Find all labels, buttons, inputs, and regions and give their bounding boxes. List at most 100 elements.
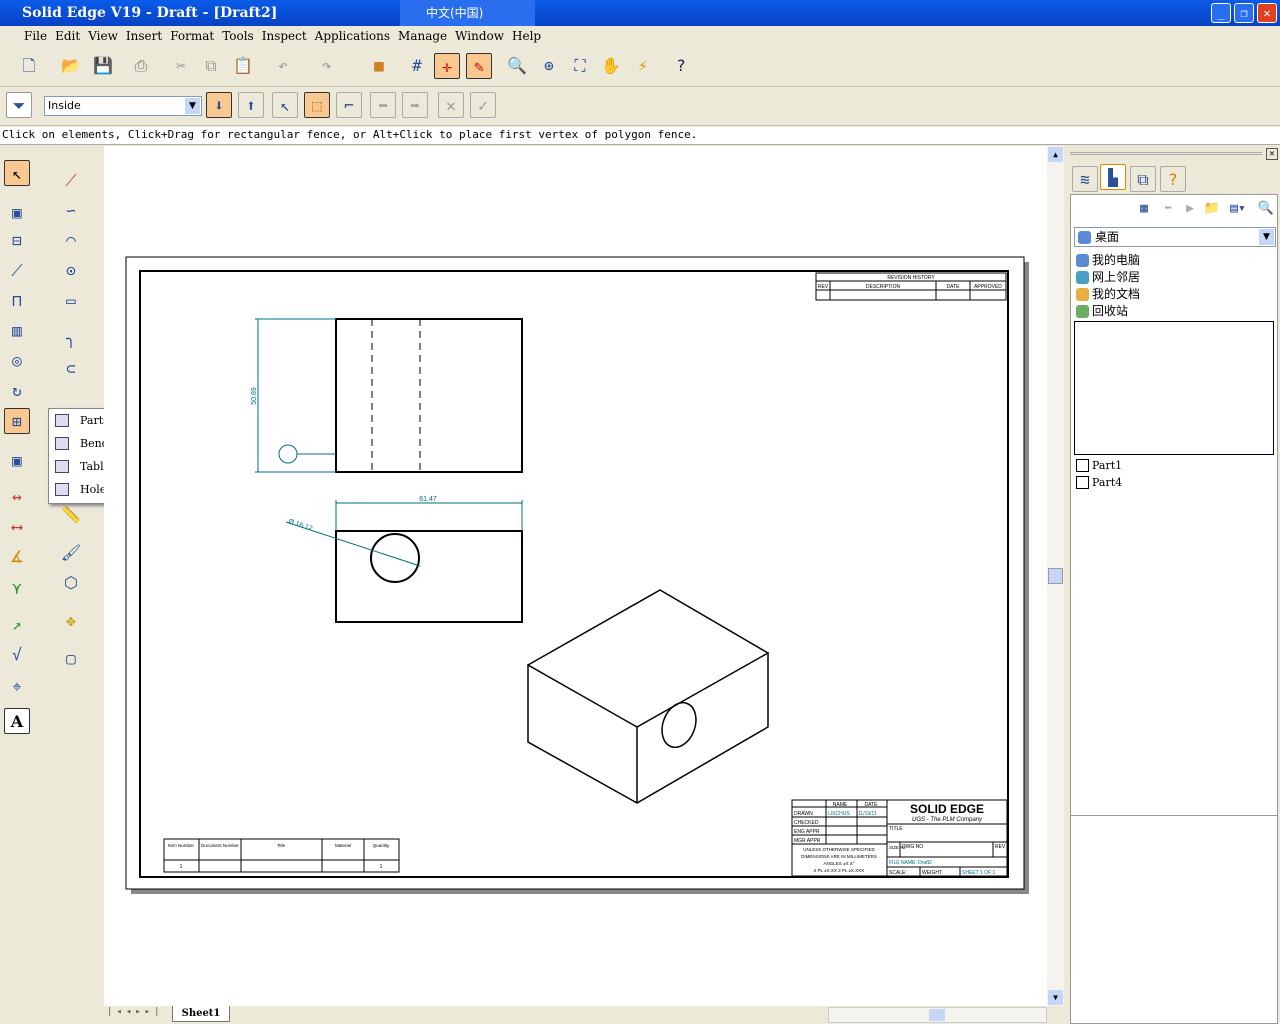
scroll-thumb[interactable]: [1048, 568, 1063, 584]
menu-applications[interactable]: Applications: [315, 29, 390, 43]
list-item[interactable]: Part1: [1074, 457, 1274, 474]
menu-view[interactable]: View: [88, 29, 118, 43]
list-item[interactable]: 我的电脑: [1074, 252, 1274, 269]
print-icon[interactable]: ⎙: [128, 53, 154, 79]
back-icon[interactable]: ⬅: [1157, 198, 1179, 220]
quick-pick-icon[interactable]: ⚡: [630, 53, 656, 79]
symmetry-icon[interactable]: ⋎: [4, 576, 30, 602]
zoom-icon[interactable]: ⊕: [536, 53, 562, 79]
menu-help[interactable]: Help: [512, 29, 541, 43]
paste-icon[interactable]: 📋: [230, 53, 256, 79]
fit-icon[interactable]: ⛶: [567, 53, 593, 79]
surface-texture-icon[interactable]: √: [4, 642, 30, 668]
layers-tab-icon[interactable]: ≋: [1072, 166, 1098, 192]
move-icon[interactable]: ✥: [58, 608, 84, 634]
leader-icon[interactable]: ↗: [4, 612, 30, 638]
offset-icon[interactable]: ⊂: [58, 356, 84, 382]
scroll-up-icon[interactable]: ▲: [1048, 147, 1063, 162]
minimize-button[interactable]: _: [1211, 3, 1231, 23]
select-tool-icon[interactable]: ↖: [4, 160, 30, 186]
drawing-canvas[interactable]: REVISION HISTORY REV DESCRIPTION DATE AP…: [104, 146, 1047, 1006]
new-icon[interactable]: 🗋: [16, 53, 42, 79]
redo-icon[interactable]: ↷: [314, 53, 340, 79]
rectangle-fence-icon[interactable]: ⬚: [304, 92, 330, 118]
views-icon[interactable]: ▦: [1133, 198, 1155, 220]
update-views-icon[interactable]: ↻: [4, 378, 30, 404]
select-inside-icon[interactable]: ⬇: [206, 92, 232, 118]
fillet-icon[interactable]: ╮: [58, 326, 84, 352]
menu-manage[interactable]: Manage: [398, 29, 447, 43]
part-icon[interactable]: ■: [366, 53, 392, 79]
line-icon[interactable]: ⟋: [58, 168, 84, 194]
horizontal-scrollbar[interactable]: [828, 1007, 1047, 1023]
cutting-plane-icon[interactable]: ▥: [4, 318, 30, 344]
copy-icon[interactable]: ⧉: [198, 53, 224, 79]
fill-icon[interactable]: 🖌: [58, 540, 84, 566]
insert-image-icon[interactable]: ▢: [58, 646, 84, 672]
sketch-edit-icon[interactable]: ✎: [466, 53, 492, 79]
menu-file[interactable]: File: [24, 29, 47, 43]
circle-icon[interactable]: ⊙: [58, 258, 84, 284]
search-icon[interactable]: 🔍: [1255, 198, 1277, 220]
accept-icon[interactable]: ✓: [470, 92, 496, 118]
filter-icon[interactable]: ⏷: [6, 92, 32, 118]
chevron-down-icon[interactable]: ▼: [1259, 229, 1274, 245]
drawing-views-tab-icon[interactable]: ⧉: [1130, 166, 1156, 192]
close-button[interactable]: ✕: [1257, 3, 1277, 23]
help-tab-icon[interactable]: ?: [1160, 166, 1186, 192]
arc-icon[interactable]: ◠: [58, 228, 84, 254]
menu-format[interactable]: Format: [170, 29, 214, 43]
vertical-scrollbar[interactable]: ▲ ▼: [1047, 146, 1064, 1006]
chevron-down-icon[interactable]: ▼: [185, 98, 200, 114]
scroll-down-icon[interactable]: ▼: [1048, 990, 1063, 1005]
pan-icon[interactable]: ✋: [598, 53, 624, 79]
polygon-fence-icon[interactable]: ⌐: [336, 92, 362, 118]
location-select[interactable]: 桌面 ▼: [1074, 227, 1276, 247]
view-menu-icon[interactable]: ▤▾: [1223, 198, 1253, 220]
view-wizard-icon[interactable]: ▣: [4, 200, 30, 226]
select-overlap-icon[interactable]: ⬆: [238, 92, 264, 118]
menu-edit[interactable]: Edit: [55, 29, 80, 43]
measure-icon[interactable]: 📏: [58, 502, 84, 528]
detail-view-icon[interactable]: ◎: [4, 348, 30, 374]
list-item[interactable]: 网上邻居: [1074, 269, 1274, 286]
undo-icon[interactable]: ↶: [270, 53, 296, 79]
new-folder-icon[interactable]: 📁: [1201, 198, 1223, 220]
intellisketch-icon[interactable]: ✛: [434, 53, 460, 79]
tab-sheet1[interactable]: Sheet1: [172, 1006, 230, 1022]
help-pointer-icon[interactable]: ?: [668, 53, 694, 79]
selection-mode-select[interactable]: Inside ▼: [44, 96, 202, 116]
cut-icon[interactable]: ✂: [168, 53, 194, 79]
close-icon[interactable]: ✕: [1266, 148, 1278, 160]
angle-icon[interactable]: ∡: [4, 544, 30, 570]
save-icon[interactable]: 💾: [90, 53, 116, 79]
list-item[interactable]: 回收站: [1074, 303, 1274, 320]
back-icon[interactable]: ⬅: [370, 92, 396, 118]
ime-indicator[interactable]: 中文(中国): [400, 0, 535, 26]
up-folder-icon[interactable]: ▶: [1179, 198, 1201, 220]
principal-view-icon[interactable]: ⊟: [4, 228, 30, 254]
menu-tools[interactable]: Tools: [222, 29, 254, 43]
reject-icon[interactable]: ✕: [438, 92, 464, 118]
grid-icon[interactable]: #: [404, 53, 430, 79]
text-icon[interactable]: A: [4, 708, 30, 734]
list-item[interactable]: 我的文档: [1074, 286, 1274, 303]
maximize-button[interactable]: ❐: [1234, 3, 1254, 23]
curve-icon[interactable]: ∽: [58, 198, 84, 224]
select-pointer-icon[interactable]: ↖: [272, 92, 298, 118]
menu-inspect[interactable]: Inspect: [262, 29, 307, 43]
section-view-icon[interactable]: ⊓: [4, 288, 30, 314]
menu-insert[interactable]: Insert: [126, 29, 162, 43]
table-tool-icon[interactable]: ⊞: [4, 408, 30, 434]
forward-icon[interactable]: ➡: [402, 92, 428, 118]
distance-icon[interactable]: ⟷: [4, 514, 30, 540]
menu-window[interactable]: Window: [455, 29, 504, 43]
scroll-thumb[interactable]: [929, 1009, 945, 1021]
auxiliary-view-icon[interactable]: ⟋: [4, 258, 30, 284]
smart-dimension-icon[interactable]: ↔: [4, 484, 30, 510]
zoom-area-icon[interactable]: 🔍: [504, 53, 530, 79]
feature-control-icon[interactable]: ⌖: [4, 674, 30, 700]
list-item[interactable]: Part4: [1074, 474, 1274, 491]
library-tab-icon[interactable]: ▙: [1100, 164, 1126, 190]
3d-part-icon[interactable]: ⬡: [58, 570, 84, 596]
